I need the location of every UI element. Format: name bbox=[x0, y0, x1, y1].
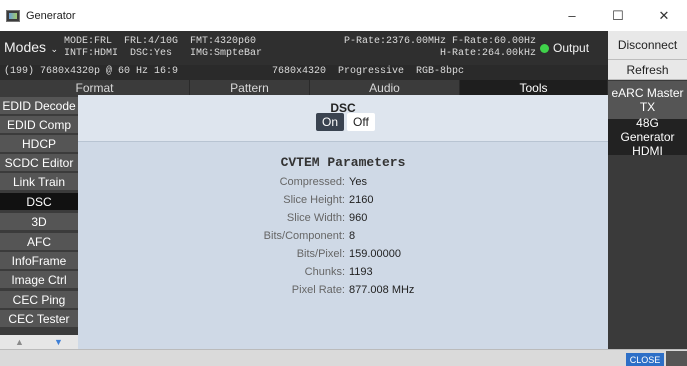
param-value: 8 bbox=[349, 230, 356, 242]
close-button[interactable]: CLOSE bbox=[626, 353, 664, 366]
output-status-icon bbox=[540, 43, 549, 53]
param-value: 2160 bbox=[349, 194, 374, 206]
status-line3-right: 7680x4320 Progressive RGB-8bpc bbox=[272, 66, 465, 77]
output-toggle[interactable]: Output bbox=[540, 41, 589, 55]
dsc-off-button[interactable]: Off bbox=[347, 113, 375, 131]
param-row: Slice Width: 960 bbox=[78, 212, 608, 228]
maximize-button[interactable]: ☐ bbox=[595, 0, 641, 31]
menu-item-cec-ping[interactable]: CEC Ping bbox=[0, 291, 78, 309]
menu-item-edid-decode[interactable]: EDID Decode bbox=[0, 97, 78, 115]
menu-item-hdcp[interactable]: HDCP bbox=[0, 135, 78, 153]
cvtem-params-title: CVTEM Parameters bbox=[280, 155, 406, 170]
status-line1-right: P-Rate:2376.00MHz F-Rate:60.00Hz bbox=[344, 36, 537, 47]
top-tabs: Format Pattern Audio Tools bbox=[0, 80, 608, 95]
param-value: 159.00000 bbox=[349, 248, 401, 260]
modes-dropdown[interactable]: Modes ⌄ bbox=[4, 39, 58, 55]
status-line3: (199) 7680x4320p @ 60 Hz 16:9 7680x4320 … bbox=[0, 65, 608, 80]
param-label: Compressed: bbox=[279, 176, 345, 188]
tab-audio[interactable]: Audio bbox=[310, 80, 460, 95]
menu-item-edid-comp[interactable]: EDID Comp bbox=[0, 116, 78, 134]
chevron-down-icon: ⌄ bbox=[48, 44, 59, 54]
tools-menu: EDID Decode EDID Comp HDCP SCDC Editor L… bbox=[0, 95, 78, 349]
param-row: Chunks: 1193 bbox=[78, 266, 608, 282]
param-value: Yes bbox=[349, 176, 367, 188]
menu-item-scdc-editor[interactable]: SCDC Editor bbox=[0, 154, 78, 172]
bottom-bar bbox=[0, 349, 687, 366]
menu-item-3d[interactable]: 3D bbox=[0, 213, 78, 231]
param-label: Chunks: bbox=[304, 266, 345, 278]
status-panel: Modes ⌄ MODE:FRL FRL:4/10G FMT:4320p60 I… bbox=[0, 31, 608, 80]
output-label: Output bbox=[553, 41, 590, 55]
dsc-header: DSC On Off bbox=[78, 95, 608, 142]
param-label: Slice Width: bbox=[286, 212, 345, 224]
tab-format[interactable]: Format bbox=[0, 80, 190, 95]
status-line2-right: H-Rate:264.00kHz bbox=[440, 48, 537, 59]
resize-grip bbox=[666, 351, 687, 366]
title-bar: Generator – ☐ ✕ bbox=[0, 0, 687, 31]
dsc-toggle: On Off bbox=[316, 113, 375, 131]
close-window-button[interactable]: ✕ bbox=[641, 0, 687, 31]
param-value: 877.008 MHz bbox=[349, 284, 415, 296]
scroll-up-icon[interactable]: ▲ bbox=[15, 337, 24, 347]
status-line3-left: (199) 7680x4320p @ 60 Hz 16:9 bbox=[4, 66, 179, 77]
menu-item-dsc[interactable]: DSC bbox=[0, 193, 78, 211]
param-label: Bits/Component: bbox=[263, 230, 345, 242]
scroll-down-icon[interactable]: ▼ bbox=[54, 337, 63, 347]
param-value: 1193 bbox=[349, 266, 373, 278]
menu-item-image-ctrl[interactable]: Image Ctrl bbox=[0, 271, 78, 289]
dsc-on-button[interactable]: On bbox=[316, 113, 345, 131]
dsc-content-panel: DSC On Off CVTEM Parameters Compressed: … bbox=[78, 95, 608, 349]
modes-label: Modes bbox=[4, 39, 47, 55]
generator-window: Generator – ☐ ✕ Modes ⌄ MODE:FRL FRL:4/1… bbox=[0, 0, 687, 366]
param-row: Slice Height: 2160 bbox=[78, 194, 608, 210]
param-label: Pixel Rate: bbox=[291, 284, 345, 296]
menu-item-afc[interactable]: AFC bbox=[0, 233, 78, 251]
menu-item-cec-tester[interactable]: CEC Tester bbox=[0, 310, 78, 328]
earc-master-tx-button[interactable]: eARC Master TX bbox=[608, 81, 687, 119]
param-value: 960 bbox=[349, 212, 368, 224]
menu-item-link-train[interactable]: Link Train bbox=[0, 173, 78, 191]
param-row: Pixel Rate: 877.008 MHz bbox=[78, 284, 608, 300]
status-line2-left: INTF:HDMI DSC:Yes IMG:SmpteBar bbox=[64, 48, 263, 59]
tab-tools[interactable]: Tools bbox=[460, 80, 608, 95]
tab-pattern[interactable]: Pattern bbox=[190, 80, 310, 95]
window-title: Generator bbox=[26, 9, 76, 22]
status-line1-left: MODE:FRL FRL:4/10G FMT:4320p60 bbox=[64, 36, 257, 47]
minimize-button[interactable]: – bbox=[549, 0, 595, 31]
param-row: Compressed: Yes bbox=[78, 176, 608, 192]
menu-scroll-controls: ▲ ▼ bbox=[0, 335, 78, 349]
param-label: Slice Height: bbox=[283, 194, 345, 206]
refresh-button[interactable]: Refresh bbox=[608, 60, 687, 80]
right-button-column: Disconnect Refresh eARC Master TX 48G Ge… bbox=[608, 31, 687, 349]
menu-item-infoframe[interactable]: InfoFrame bbox=[0, 252, 78, 270]
disconnect-button[interactable]: Disconnect bbox=[608, 31, 687, 60]
generator-app-icon bbox=[6, 9, 20, 22]
param-row: Bits/Component: 8 bbox=[78, 230, 608, 246]
48g-generator-hdmi-button[interactable]: 48G Generator HDMI bbox=[608, 116, 687, 158]
window-controls: – ☐ ✕ bbox=[549, 0, 687, 31]
param-row: Bits/Pixel: 159.00000 bbox=[78, 248, 608, 264]
param-label: Bits/Pixel: bbox=[296, 248, 345, 260]
